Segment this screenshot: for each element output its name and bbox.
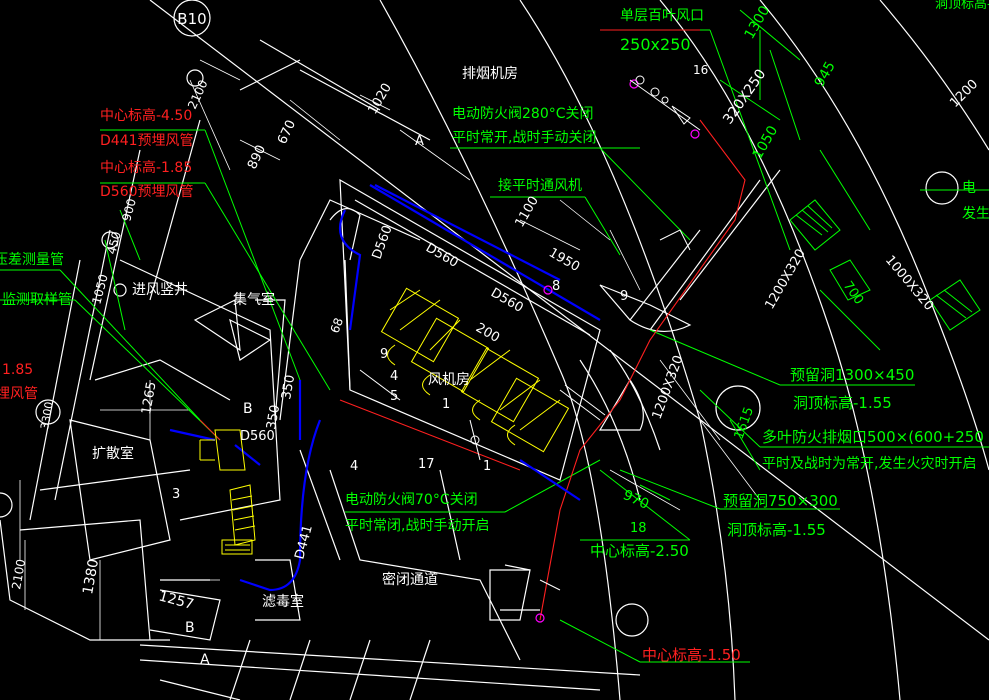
label-valve-70: 电动防火阀70°C关闭 [345,492,478,508]
red-185-left: 1.85 [2,362,33,378]
room-expand: 扩散室 [92,445,134,462]
red-d560-pipe: D560预埋风管 [100,184,194,200]
tag-4b: 4 [350,459,358,474]
room-smoke-exhaust: 排烟机房 [462,66,518,82]
red-center-elev-150: 中心标高-1.50 [642,646,741,664]
room-air-collect: 集气室 [233,291,275,308]
red-pipe-left: 埋风管 [0,386,38,402]
tag-9b: 9 [380,347,388,362]
label-hole-elev-1: 洞顶标高-1.55 [793,394,892,412]
axis-a-top: A [415,134,424,149]
label-multi-louver: 多叶防火排烟口500×(600+250 [762,428,984,446]
tag-9a: 9 [620,289,628,304]
tag-17: 17 [418,457,435,472]
tag-3: 3 [172,487,180,502]
duct-d560-d: D560 [240,429,275,444]
tag-4a: 4 [390,369,398,384]
red-center-elev-185: 中心标高-1.85 [100,159,192,176]
label-single-louver: 单层百叶风口 [620,8,704,24]
label-reserved-hole-1: 预留洞1300×450 [790,366,914,384]
label-hole-elev-2: 洞顶标高-1.55 [727,521,826,539]
label-valve-70-note: 平时常闭,战时手动开启 [345,518,489,534]
axis-label-b10: B10 [177,10,206,28]
label-right-fire-2: 发生 [962,206,989,222]
tag-8: 8 [552,279,560,294]
tag-18: 18 [630,521,647,536]
label-right-fire: 电 [962,180,976,196]
tag-16: 16 [693,63,708,77]
cad-ventilation-plan: B10 排烟机房 单层百叶风口 250x250 16 320X250 1300 … [0,0,989,700]
label-top-right-elev: 洞顶标高- [935,0,989,12]
label-multi-louver-note: 平时及战时为常开,发生火灾时开启 [762,455,976,472]
axis-b-bottom: B [185,620,195,636]
red-d441-pipe: D441预埋风管 [100,133,194,149]
room-filter: 滤毒室 [262,593,304,610]
red-center-elev-450: 中心标高-4.50 [100,107,192,124]
room-shaft: 进风竖井 [132,282,188,298]
room-fan: 风机房 [428,372,470,388]
room-airlock: 密闭通道 [382,571,438,588]
label-reserved-hole-2: 预留洞750×300 [723,492,838,510]
tag-5: 5 [390,389,398,404]
label-center-elev-250: 中心标高-2.50 [590,542,689,560]
axis-a-bottom: A [200,652,210,668]
tag-1a: 1 [442,397,450,412]
tag-1b: 1 [483,459,491,474]
label-louver-size: 250x250 [620,35,691,54]
drawing-background [0,0,989,700]
label-valve-280-note: 平时常开,战时手动关闭 [452,130,596,146]
axis-b-mid: B [243,401,253,417]
label-valve-280: 电动防火阀280°C关闭 [452,106,594,122]
label-pressure-tube: 压差测量管 [0,252,64,268]
label-sampling-tube: 监测取样管 [2,292,72,308]
label-connect-fan: 接平时通风机 [498,177,582,194]
